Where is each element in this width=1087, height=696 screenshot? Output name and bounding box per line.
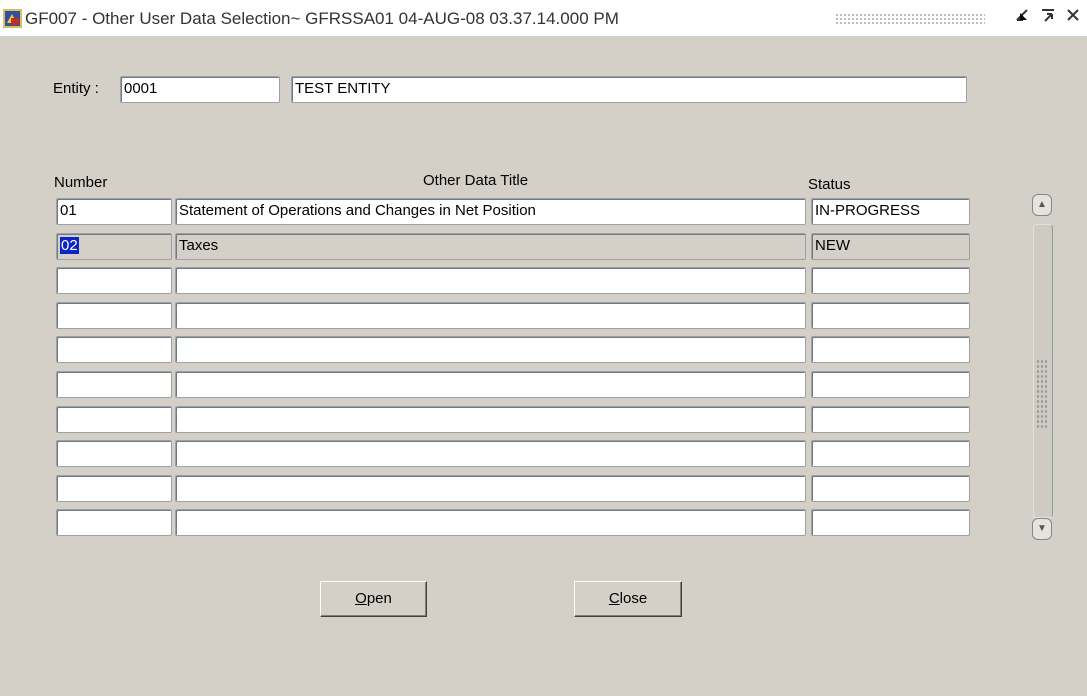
table-row-10-title-cell[interactable] bbox=[175, 509, 806, 536]
table-row-4-title-cell[interactable] bbox=[175, 302, 806, 329]
table-row-1-status-cell[interactable]: IN-PROGRESS bbox=[811, 198, 970, 225]
entity-name-field[interactable]: TEST ENTITY bbox=[291, 76, 967, 103]
table-row-5-title-cell[interactable] bbox=[175, 336, 806, 363]
table-row-10-number-cell[interactable] bbox=[56, 509, 172, 536]
table-row-4-status-cell[interactable] bbox=[811, 302, 970, 329]
open-button[interactable]: Open bbox=[320, 581, 427, 617]
selected-text: 02 bbox=[60, 237, 79, 254]
table-row-1-number-cell[interactable]: 01 bbox=[56, 198, 172, 225]
table-row-8-number-cell[interactable] bbox=[56, 440, 172, 467]
scroll-down-icon[interactable]: ▼ bbox=[1032, 518, 1052, 540]
close-button[interactable]: Close bbox=[574, 581, 682, 617]
close-icon[interactable] bbox=[1063, 6, 1083, 30]
table-row-8-title-cell[interactable] bbox=[175, 440, 806, 467]
table-row-5-status-cell[interactable] bbox=[811, 336, 970, 363]
table-row-10-status-cell[interactable] bbox=[811, 509, 970, 536]
title-bar: GF007 - Other User Data Selection~ GFRSS… bbox=[0, 0, 1087, 36]
table-row-5-number-cell[interactable] bbox=[56, 336, 172, 363]
table-row-1-title-cell[interactable]: Statement of Operations and Changes in N… bbox=[175, 198, 806, 225]
column-header-status: Status bbox=[808, 176, 851, 193]
minimize-icon[interactable] bbox=[1012, 6, 1032, 30]
table-row-7-number-cell[interactable] bbox=[56, 406, 172, 433]
table-row-9-title-cell[interactable] bbox=[175, 475, 806, 502]
entity-code-field[interactable]: 0001 bbox=[120, 76, 280, 103]
table-row-7-title-cell[interactable] bbox=[175, 406, 806, 433]
maximize-icon[interactable] bbox=[1038, 6, 1058, 30]
table-row-3-status-cell[interactable] bbox=[811, 267, 970, 294]
table-row-3-title-cell[interactable] bbox=[175, 267, 806, 294]
window-title: GF007 - Other User Data Selection~ GFRSS… bbox=[25, 9, 619, 28]
scroll-grip[interactable] bbox=[1036, 359, 1048, 429]
table-row-6-title-cell[interactable] bbox=[175, 371, 806, 398]
scroll-up-icon[interactable]: ▲ bbox=[1032, 194, 1052, 216]
entity-label: Entity : bbox=[53, 80, 99, 97]
column-header-title: Other Data Title bbox=[423, 172, 529, 189]
table-row-8-status-cell[interactable] bbox=[811, 440, 970, 467]
app-icon bbox=[3, 9, 22, 28]
table-row-9-number-cell[interactable] bbox=[56, 475, 172, 502]
table-row-6-status-cell[interactable] bbox=[811, 371, 970, 398]
vertical-scrollbar[interactable]: ▲ ▼ bbox=[1030, 194, 1053, 565]
table-row-7-status-cell[interactable] bbox=[811, 406, 970, 433]
title-bar-grip bbox=[835, 13, 985, 25]
table-row-9-status-cell[interactable] bbox=[811, 475, 970, 502]
table-row-2-title-cell[interactable]: Taxes bbox=[175, 233, 806, 260]
column-header-number: Number bbox=[54, 174, 108, 191]
table-row-2-status-cell[interactable]: NEW bbox=[811, 233, 970, 260]
table-row-6-number-cell[interactable] bbox=[56, 371, 172, 398]
table-row-4-number-cell[interactable] bbox=[56, 302, 172, 329]
table-row-3-number-cell[interactable] bbox=[56, 267, 172, 294]
form-area: Entity : 0001 TEST ENTITY Number Other D… bbox=[34, 36, 1087, 696]
table-row-2-number-cell[interactable]: 02 bbox=[56, 233, 172, 260]
